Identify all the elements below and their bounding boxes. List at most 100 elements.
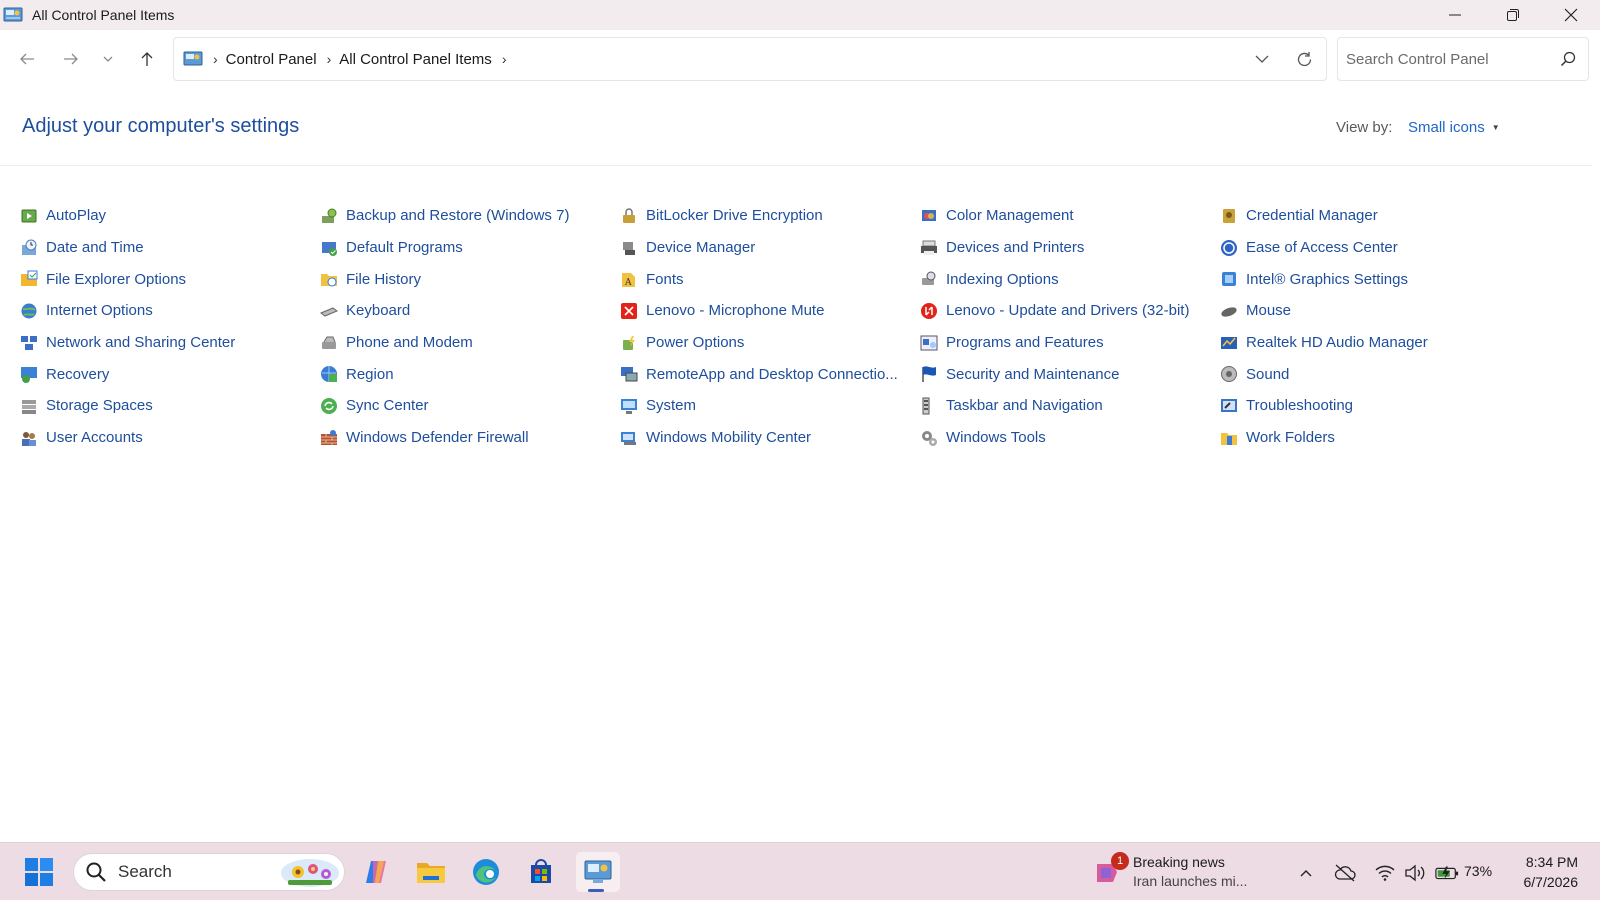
cp-item-network-and-sharing-center[interactable]: Network and Sharing Center xyxy=(20,327,320,359)
cp-item-label[interactable]: Ease of Access Center xyxy=(1246,239,1398,256)
cp-item-label[interactable]: Work Folders xyxy=(1246,429,1335,446)
up-button[interactable] xyxy=(134,46,160,72)
cp-item-label[interactable]: Network and Sharing Center xyxy=(46,334,235,351)
cp-item-default-programs[interactable]: Default Programs xyxy=(320,232,620,264)
restore-button[interactable] xyxy=(1484,0,1542,30)
view-by-value[interactable]: Small icons xyxy=(1408,119,1485,136)
cp-item-label[interactable]: Region xyxy=(346,366,394,383)
clock[interactable]: 8:34 PM 6/7/2026 xyxy=(1524,852,1579,892)
taskbar-copilot[interactable] xyxy=(356,852,396,892)
cp-item-label[interactable]: Taskbar and Navigation xyxy=(946,397,1103,414)
cp-item-label[interactable]: RemoteApp and Desktop Connectio... xyxy=(646,366,898,383)
cp-item-user-accounts[interactable]: User Accounts xyxy=(20,422,320,454)
cp-item-storage-spaces[interactable]: Storage Spaces xyxy=(20,390,320,422)
cp-item-security-and-maintenance[interactable]: Security and Maintenance xyxy=(920,358,1220,390)
cp-item-label[interactable]: Mouse xyxy=(1246,302,1291,319)
search-box[interactable] xyxy=(1337,37,1589,81)
taskbar-edge[interactable] xyxy=(466,852,506,892)
cp-item-label[interactable]: Recovery xyxy=(46,366,109,383)
cp-item-date-and-time[interactable]: Date and Time xyxy=(20,232,320,264)
cp-item-label[interactable]: Date and Time xyxy=(46,239,144,256)
cp-item-windows-tools[interactable]: Windows Tools xyxy=(920,422,1220,454)
cp-item-lenovo-update-and-drivers-32-bit[interactable]: Lenovo - Update and Drivers (32-bit) xyxy=(920,295,1220,327)
wifi-status[interactable] xyxy=(1373,861,1397,885)
cp-item-power-options[interactable]: Power Options xyxy=(620,327,920,359)
search-icon[interactable] xyxy=(1560,51,1576,67)
cp-item-label[interactable]: Lenovo - Microphone Mute xyxy=(646,302,824,319)
cp-item-label[interactable]: BitLocker Drive Encryption xyxy=(646,207,823,224)
cp-item-sound[interactable]: Sound xyxy=(1220,358,1520,390)
show-hidden-icons-button[interactable] xyxy=(1294,861,1318,885)
cp-item-label[interactable]: Windows Defender Firewall xyxy=(346,429,529,446)
cp-item-realtek-hd-audio-manager[interactable]: Realtek HD Audio Manager xyxy=(1220,327,1520,359)
cp-item-device-manager[interactable]: Device Manager xyxy=(620,232,920,264)
forward-button[interactable] xyxy=(58,46,84,72)
cp-item-phone-and-modem[interactable]: Phone and Modem xyxy=(320,327,620,359)
cp-item-label[interactable]: Color Management xyxy=(946,207,1074,224)
taskbar-file-explorer[interactable] xyxy=(411,852,451,892)
address-history-button[interactable] xyxy=(1242,51,1282,67)
cp-item-credential-manager[interactable]: Credential Manager xyxy=(1220,200,1520,232)
cp-item-label[interactable]: Storage Spaces xyxy=(46,397,153,414)
cp-item-ease-of-access-center[interactable]: Ease of Access Center xyxy=(1220,232,1520,264)
cp-item-region[interactable]: Region xyxy=(320,358,620,390)
cp-item-backup-and-restore-windows-7[interactable]: Backup and Restore (Windows 7) xyxy=(320,200,620,232)
cp-item-lenovo-microphone-mute[interactable]: Lenovo - Microphone Mute xyxy=(620,295,920,327)
cp-item-autoplay[interactable]: AutoPlay xyxy=(20,200,320,232)
cp-item-internet-options[interactable]: Internet Options xyxy=(20,295,320,327)
cp-item-label[interactable]: Windows Tools xyxy=(946,429,1046,446)
cp-item-windows-defender-firewall[interactable]: Windows Defender Firewall xyxy=(320,422,620,454)
cp-item-label[interactable]: Devices and Printers xyxy=(946,239,1084,256)
cp-item-sync-center[interactable]: Sync Center xyxy=(320,390,620,422)
breadcrumb-all-items[interactable]: All Control Panel Items xyxy=(339,51,492,68)
cp-item-label[interactable]: Programs and Features xyxy=(946,334,1104,351)
view-by-dropdown[interactable]: Small icons ▼ xyxy=(1408,119,1500,136)
cp-item-label[interactable]: Phone and Modem xyxy=(346,334,473,351)
cp-item-remoteapp-and-desktop-connectio[interactable]: RemoteApp and Desktop Connectio... xyxy=(620,358,920,390)
cp-item-system[interactable]: System xyxy=(620,390,920,422)
minimize-button[interactable] xyxy=(1426,0,1484,30)
chevron-right-icon[interactable]: › xyxy=(327,51,332,67)
cp-item-intel-graphics-settings[interactable]: Intel® Graphics Settings xyxy=(1220,263,1520,295)
cp-item-label[interactable]: AutoPlay xyxy=(46,207,106,224)
cp-item-label[interactable]: Troubleshooting xyxy=(1246,397,1353,414)
cp-item-label[interactable]: Indexing Options xyxy=(946,271,1059,288)
refresh-button[interactable] xyxy=(1282,51,1326,68)
cp-item-label[interactable]: Keyboard xyxy=(346,302,410,319)
cp-item-windows-mobility-center[interactable]: Windows Mobility Center xyxy=(620,422,920,454)
cp-item-file-history[interactable]: File History xyxy=(320,263,620,295)
cp-item-taskbar-and-navigation[interactable]: Taskbar and Navigation xyxy=(920,390,1220,422)
cp-item-label[interactable]: Sound xyxy=(1246,366,1289,383)
cp-item-troubleshooting[interactable]: Troubleshooting xyxy=(1220,390,1520,422)
cp-item-label[interactable]: Security and Maintenance xyxy=(946,366,1119,383)
cp-item-label[interactable]: Realtek HD Audio Manager xyxy=(1246,334,1428,351)
cp-item-work-folders[interactable]: Work Folders xyxy=(1220,422,1520,454)
cp-item-programs-and-features[interactable]: Programs and Features xyxy=(920,327,1220,359)
start-button[interactable] xyxy=(22,855,56,889)
cp-item-label[interactable]: Device Manager xyxy=(646,239,755,256)
search-input[interactable] xyxy=(1346,50,1546,68)
cp-item-label[interactable]: Fonts xyxy=(646,271,684,288)
cp-item-keyboard[interactable]: Keyboard xyxy=(320,295,620,327)
taskbar-store[interactable] xyxy=(521,852,561,892)
breadcrumb-control-panel[interactable]: Control Panel xyxy=(226,51,317,68)
caret-down-icon[interactable]: ▼ xyxy=(1492,123,1500,132)
recent-locations-button[interactable] xyxy=(95,46,121,72)
cp-item-label[interactable]: Lenovo - Update and Drivers (32-bit) xyxy=(946,302,1189,319)
address-bar[interactable]: › Control Panel › All Control Panel Item… xyxy=(173,37,1327,81)
cp-item-mouse[interactable]: Mouse xyxy=(1220,295,1520,327)
cp-item-label[interactable]: System xyxy=(646,397,696,414)
cp-item-label[interactable]: Default Programs xyxy=(346,239,463,256)
battery-status[interactable] xyxy=(1435,861,1459,885)
cp-item-label[interactable]: Internet Options xyxy=(46,302,153,319)
cp-item-label[interactable]: Power Options xyxy=(646,334,744,351)
cp-item-label[interactable]: Intel® Graphics Settings xyxy=(1246,271,1408,288)
cp-item-label[interactable]: File History xyxy=(346,271,421,288)
volume-status[interactable] xyxy=(1403,861,1427,885)
taskbar-search[interactable]: Search xyxy=(73,853,345,891)
cp-item-label[interactable]: User Accounts xyxy=(46,429,143,446)
close-button[interactable] xyxy=(1542,0,1600,30)
cp-item-fonts[interactable]: A Fonts xyxy=(620,263,920,295)
cp-item-label[interactable]: Backup and Restore (Windows 7) xyxy=(346,207,569,224)
cp-item-recovery[interactable]: Recovery xyxy=(20,358,320,390)
